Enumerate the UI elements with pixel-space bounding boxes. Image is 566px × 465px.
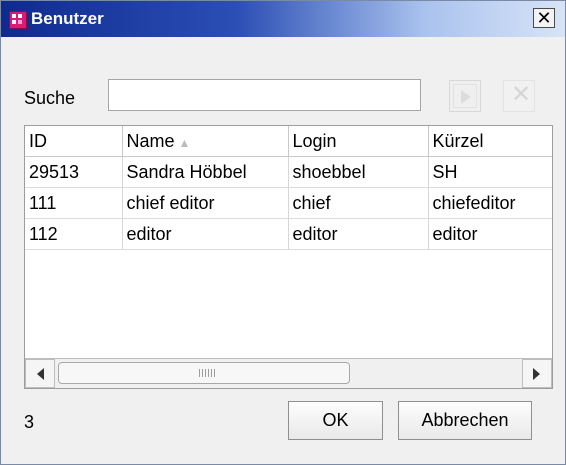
scroll-thumb[interactable] <box>58 362 350 384</box>
horizontal-scrollbar[interactable] <box>25 358 552 388</box>
column-header-name[interactable]: Name ▲ <box>122 126 289 157</box>
cell-id: 112 <box>25 218 123 250</box>
table-row[interactable]: 29513 Sandra Höbbel shoebbel SH <box>25 156 552 188</box>
cell-kuerzel: chiefeditor <box>428 187 552 219</box>
cell-name: editor <box>122 218 289 250</box>
cell-id: 111 <box>25 187 123 219</box>
column-header-name-label: Name <box>126 130 175 151</box>
table-row[interactable]: 111 chief editor chief chiefeditor <box>25 187 552 219</box>
column-header-kuerzel[interactable]: Kürzel <box>428 126 552 157</box>
cell-kuerzel: editor <box>428 218 552 250</box>
close-icon: ✕ <box>536 8 552 28</box>
clear-search-button[interactable]: ✕ <box>503 80 535 112</box>
users-table: ID Name ▲ Login Kürzel 29513 Sandra Höbbe… <box>24 125 553 389</box>
cancel-button[interactable]: Abbrechen <box>398 401 532 440</box>
column-header-login[interactable]: Login <box>288 126 429 157</box>
search-input[interactable] <box>108 79 421 111</box>
cell-login: editor <box>288 218 429 250</box>
close-button[interactable]: ✕ <box>533 8 555 28</box>
cell-login: shoebbel <box>288 156 429 188</box>
scroll-grip-icon <box>199 369 215 377</box>
play-icon <box>461 90 471 104</box>
table-header-row: ID Name ▲ Login Kürzel <box>25 126 552 157</box>
cell-name: Sandra Höbbel <box>122 156 289 188</box>
cell-id: 29513 <box>25 156 123 188</box>
search-go-button[interactable] <box>449 80 481 112</box>
clear-icon: ✕ <box>511 81 532 108</box>
sort-ascending-icon: ▲ <box>178 135 191 150</box>
window-title: Benutzer <box>31 9 104 28</box>
search-label: Suche <box>24 88 76 108</box>
scroll-left-icon[interactable] <box>25 359 55 388</box>
dialog-window: Benutzer ✕ Suche ✕ ID Name ▲ Login Kürze… <box>0 0 566 465</box>
ok-button[interactable]: OK <box>288 401 383 440</box>
table-row[interactable]: 112 editor editor editor <box>25 218 552 250</box>
cell-login: chief <box>288 187 429 219</box>
titlebar: Benutzer ✕ <box>1 1 565 37</box>
cell-kuerzel: SH <box>428 156 552 188</box>
users-app-icon <box>9 11 27 29</box>
cell-name: chief editor <box>122 187 289 219</box>
result-count: 3 <box>24 412 35 432</box>
column-header-id[interactable]: ID <box>25 126 123 157</box>
scroll-right-icon[interactable] <box>522 359 552 388</box>
